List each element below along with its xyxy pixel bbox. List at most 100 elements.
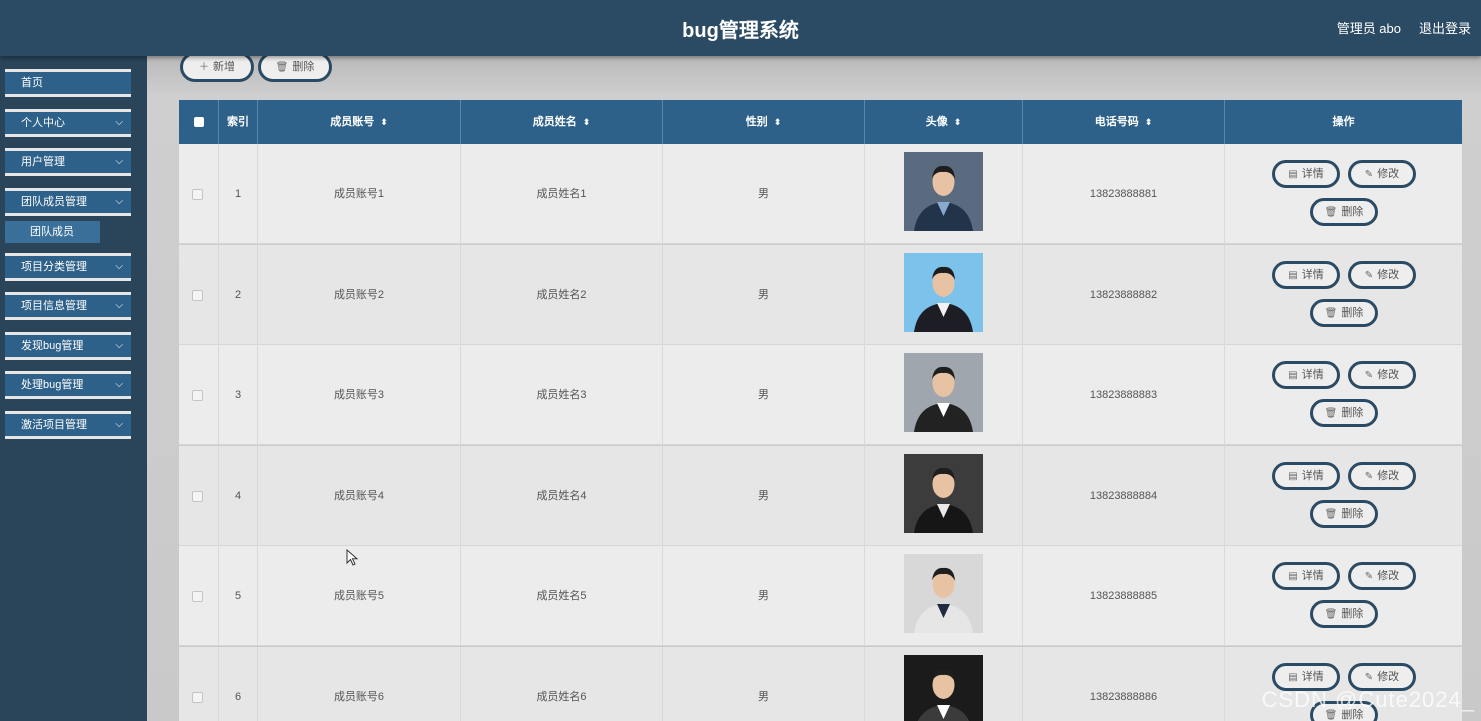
column-header-avatar[interactable]: 头像 ⬍ bbox=[865, 100, 1023, 144]
chevron-down-icon: ⌵ bbox=[115, 156, 123, 167]
detail-button[interactable]: ▤ 详情 bbox=[1272, 260, 1340, 289]
trash-icon: 🗑 bbox=[1324, 307, 1338, 319]
sidebar-item-label: 团队成员管理 bbox=[21, 196, 87, 208]
sidebar-item-label: 发现bug管理 bbox=[21, 340, 84, 352]
row-checkbox[interactable] bbox=[192, 289, 203, 301]
delete-button[interactable]: 🗑 删除 bbox=[1310, 198, 1378, 226]
delete-button[interactable]: 🗑 删除 bbox=[1310, 298, 1378, 327]
edit-button[interactable]: ✎ 修改 bbox=[1348, 160, 1416, 188]
edit-button[interactable]: ✎ 修改 bbox=[1348, 260, 1416, 289]
avatar bbox=[904, 353, 983, 432]
sidebar-item-personal-center[interactable]: 个人中心 ⌵ bbox=[5, 109, 131, 137]
select-all-checkbox[interactable] bbox=[194, 117, 204, 127]
add-button[interactable]: ＋ 新增 bbox=[180, 56, 254, 82]
chevron-down-icon: ⌵ bbox=[115, 419, 123, 430]
row-checkbox[interactable] bbox=[192, 591, 203, 602]
cell-name: 成员姓名6 bbox=[461, 646, 663, 721]
delete-button-label: 删除 bbox=[1341, 507, 1364, 520]
detail-button[interactable]: ▤ 详情 bbox=[1272, 562, 1340, 590]
logout-link[interactable]: 退出登录 bbox=[1419, 18, 1471, 37]
detail-button[interactable]: ▤ 详情 bbox=[1272, 461, 1340, 490]
document-icon: ▤ bbox=[1288, 169, 1298, 180]
pencil-icon: ✎ bbox=[1364, 470, 1374, 482]
sort-icon[interactable]: ⬍ bbox=[954, 117, 962, 127]
detail-button[interactable]: ▤ 详情 bbox=[1272, 361, 1340, 389]
sidebar: 首页 个人中心 ⌵ 用户管理 ⌵ 团队成员管理 ⌵ 团队成员 项目分类管理 ⌵ … bbox=[0, 56, 147, 721]
batch-delete-label: 删除 bbox=[292, 61, 315, 73]
row-select-cell[interactable] bbox=[179, 646, 219, 721]
sidebar-item-found-bug-management[interactable]: 发现bug管理 ⌵ bbox=[5, 332, 131, 360]
delete-button-label: 删除 bbox=[1341, 608, 1364, 620]
row-checkbox[interactable] bbox=[192, 490, 203, 502]
pencil-icon: ✎ bbox=[1364, 169, 1374, 180]
row-select-cell[interactable] bbox=[179, 244, 219, 345]
avatar bbox=[904, 252, 983, 332]
batch-delete-button[interactable]: 🗑 删除 bbox=[258, 56, 332, 82]
cell-actions bbox=[1225, 546, 1462, 646]
cell-phone: 13823888884 bbox=[1023, 445, 1225, 546]
row-select-cell[interactable] bbox=[179, 546, 219, 646]
sort-icon[interactable]: ⬍ bbox=[583, 117, 591, 127]
sidebar-item-label: 项目信息管理 bbox=[21, 300, 87, 312]
table-row: 2 成员账号2 成员姓名2 男 13823888882 ▤ 详情 ✎ 修改 🗑 删除 bbox=[179, 244, 1462, 345]
cell-actions bbox=[1225, 245, 1462, 345]
row-checkbox[interactable] bbox=[192, 390, 203, 401]
column-header-account[interactable]: 成员账号 ⬍ bbox=[258, 100, 461, 144]
sidebar-item-label: 用户管理 bbox=[21, 156, 65, 168]
watermark: CSDN @Cute2024_ bbox=[1261, 687, 1475, 712]
detail-button[interactable]: ▤ 详情 bbox=[1272, 160, 1340, 188]
sidebar-subitem-label: 团队成员 bbox=[30, 226, 74, 238]
column-header-phone[interactable]: 电话号码 ⬍ bbox=[1023, 100, 1225, 144]
sidebar-subitem-team-member[interactable]: 团队成员 bbox=[5, 221, 100, 243]
pencil-icon: ✎ bbox=[1364, 671, 1374, 683]
row-checkbox[interactable] bbox=[192, 691, 203, 703]
cell-phone: 13823888883 bbox=[1023, 345, 1225, 445]
cell-actions bbox=[1225, 446, 1462, 546]
edit-button[interactable]: ✎ 修改 bbox=[1348, 562, 1416, 590]
row-select-cell[interactable] bbox=[179, 445, 219, 546]
sidebar-item-project-info-management[interactable]: 项目信息管理 ⌵ bbox=[5, 292, 131, 320]
sidebar-item-handle-bug-management[interactable]: 处理bug管理 ⌵ bbox=[5, 371, 131, 399]
column-header-name[interactable]: 成员姓名 ⬍ bbox=[461, 100, 663, 144]
row-select-cell[interactable] bbox=[179, 345, 219, 445]
sort-icon[interactable]: ⬍ bbox=[380, 117, 388, 127]
delete-button-label: 删除 bbox=[1341, 407, 1364, 419]
edit-button-label: 修改 bbox=[1377, 670, 1400, 683]
cell-name: 成员姓名5 bbox=[461, 546, 663, 646]
edit-button[interactable]: ✎ 修改 bbox=[1348, 361, 1416, 389]
sidebar-item-label: 首页 bbox=[21, 77, 43, 89]
cell-index: 5 bbox=[219, 546, 258, 646]
cell-index: 3 bbox=[219, 345, 258, 445]
plus-icon: ＋ bbox=[199, 62, 209, 73]
cell-account: 成员账号4 bbox=[258, 445, 461, 546]
sidebar-item-team-member-management[interactable]: 团队成员管理 ⌵ bbox=[5, 188, 131, 216]
delete-button[interactable]: 🗑 删除 bbox=[1310, 499, 1378, 528]
cell-actions bbox=[1225, 144, 1462, 244]
sort-icon[interactable]: ⬍ bbox=[774, 117, 782, 127]
trash-icon: 🗑 bbox=[1324, 609, 1338, 620]
chevron-down-icon: ⌵ bbox=[115, 379, 123, 390]
select-all-cell[interactable] bbox=[179, 100, 219, 144]
sort-icon[interactable]: ⬍ bbox=[1145, 117, 1153, 127]
trash-icon: 🗑 bbox=[1324, 508, 1338, 520]
edit-button[interactable]: ✎ 修改 bbox=[1348, 461, 1416, 490]
table-row: 3 成员账号3 成员姓名3 男 13823888883 ▤ 详情 ✎ 修改 🗑 删除 bbox=[179, 345, 1462, 445]
row-select-cell[interactable] bbox=[179, 144, 219, 244]
delete-button[interactable]: 🗑 删除 bbox=[1310, 399, 1378, 427]
sidebar-item-user-management[interactable]: 用户管理 ⌵ bbox=[5, 148, 131, 176]
row-checkbox[interactable] bbox=[192, 189, 203, 200]
cell-index: 6 bbox=[219, 646, 258, 721]
cell-phone: 13823888885 bbox=[1023, 546, 1225, 646]
sidebar-item-activate-project-management[interactable]: 激活项目管理 ⌵ bbox=[5, 411, 131, 439]
detail-button-label: 详情 bbox=[1301, 369, 1324, 381]
edit-button-label: 修改 bbox=[1377, 168, 1400, 180]
document-icon: ▤ bbox=[1288, 671, 1298, 683]
edit-button-label: 修改 bbox=[1377, 570, 1400, 582]
cell-name: 成员姓名4 bbox=[461, 445, 663, 546]
sidebar-item-home[interactable]: 首页 bbox=[5, 69, 131, 97]
app-title: bug管理系统 bbox=[682, 20, 799, 42]
cell-account: 成员账号3 bbox=[258, 345, 461, 445]
sidebar-item-project-category-management[interactable]: 项目分类管理 ⌵ bbox=[5, 253, 131, 281]
delete-button[interactable]: 🗑 删除 bbox=[1310, 600, 1378, 628]
column-header-gender[interactable]: 性别 ⬍ bbox=[663, 100, 865, 144]
